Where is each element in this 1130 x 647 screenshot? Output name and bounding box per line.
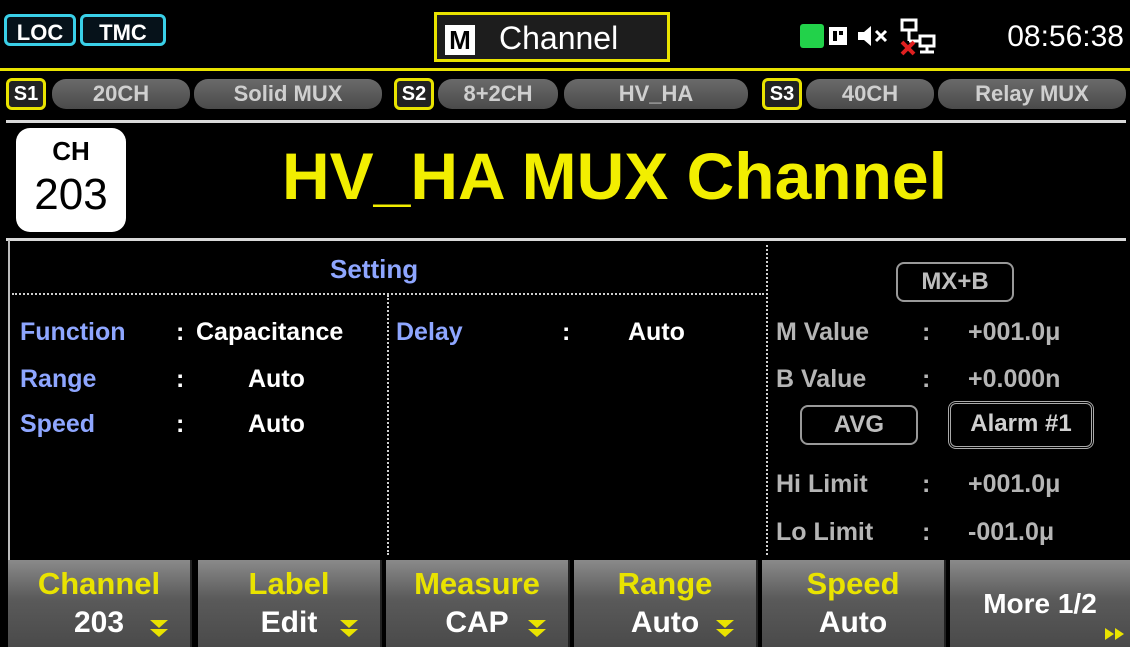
delay-sep: : — [562, 318, 571, 346]
softkey-measure-title: Measure — [414, 566, 540, 601]
hi-limit-sep: : — [922, 470, 931, 498]
function-sep: : — [176, 318, 185, 346]
b-value-label: B Value — [776, 365, 867, 393]
m-value-value: +001.0μ — [968, 318, 1061, 346]
mode-letter: M — [445, 25, 475, 55]
lo-limit-value: -001.0μ — [968, 518, 1055, 546]
range-label: Range — [20, 365, 97, 393]
mode-indicator: M Channel — [434, 12, 670, 62]
softkey-speed-value: Auto — [818, 606, 888, 639]
clock: 08:56:38 — [1007, 20, 1124, 53]
channel-badge-label: CH — [52, 136, 90, 166]
chevron-down-icon — [716, 620, 734, 637]
mute-icon — [856, 22, 890, 50]
delay-label: Delay — [396, 318, 463, 346]
softkey-channel[interactable]: Channel 203 — [8, 560, 192, 647]
display-icon — [826, 24, 850, 48]
delay-value: Auto — [628, 318, 685, 346]
double-chevron-right-icon — [1105, 628, 1124, 640]
right-panel-divider — [766, 245, 768, 555]
m-value-sep: : — [922, 318, 931, 346]
softkey-label-title: Label — [248, 566, 330, 601]
slot-s2-channels[interactable]: 8+2CH — [438, 79, 558, 109]
softkey-channel-title: Channel — [37, 566, 161, 601]
slot-id-s2[interactable]: S2 — [394, 78, 434, 110]
network-disconnected-icon — [898, 16, 938, 56]
softkey-range-title: Range — [617, 566, 713, 601]
slot-id-s3[interactable]: S3 — [762, 78, 802, 110]
channel-badge: CH 203 — [16, 128, 126, 232]
function-value: Capacitance — [196, 318, 344, 346]
softkey-more-label: More 1/2 — [983, 588, 1097, 619]
hi-limit-value: +001.0μ — [968, 470, 1061, 498]
slot-s3-channels[interactable]: 40CH — [806, 79, 934, 109]
status-bar: LOC TMC M Channel 08:56:38 — [0, 0, 1130, 68]
m-value-label: M Value — [776, 318, 870, 346]
b-value-value: +0.000n — [968, 365, 1061, 393]
softkey-speed[interactable]: Speed Auto — [762, 560, 946, 647]
avg-button[interactable]: AVG — [800, 405, 918, 445]
mode-label: Channel — [499, 20, 619, 56]
channel-badge-number: 203 — [34, 170, 108, 219]
header-top-border — [6, 120, 1126, 123]
setting-col-divider — [387, 295, 389, 555]
slot-s2-type[interactable]: HV_HA — [564, 79, 748, 109]
slot-id-s1[interactable]: S1 — [6, 78, 46, 110]
hi-limit-label: Hi Limit — [776, 470, 868, 498]
channel-title: HV_HA MUX Channel — [282, 139, 947, 213]
slot-s1-type[interactable]: Solid MUX — [194, 79, 382, 109]
lo-limit-sep: : — [922, 518, 931, 546]
mxb-button[interactable]: MX+B — [896, 262, 1014, 302]
softkey-label[interactable]: Label Edit — [198, 560, 382, 647]
softkey-measure[interactable]: Measure CAP — [386, 560, 570, 647]
lo-limit-label: Lo Limit — [776, 518, 874, 546]
speed-label: Speed — [20, 410, 96, 438]
setting-header: Setting — [330, 254, 419, 284]
function-label: Function — [20, 318, 126, 346]
chevron-down-icon — [150, 620, 168, 637]
alarm-button[interactable]: Alarm #1 — [948, 401, 1094, 449]
range-sep: : — [176, 365, 185, 393]
speed-sep: : — [176, 410, 185, 438]
status-led-icon — [800, 24, 824, 48]
slot-s3-type[interactable]: Relay MUX — [938, 79, 1126, 109]
softkey-range[interactable]: Range Auto — [574, 560, 758, 647]
chevron-down-icon — [528, 620, 546, 637]
settings-left-border — [8, 240, 10, 560]
loc-indicator: LOC — [4, 14, 76, 46]
b-value-sep: : — [922, 365, 931, 393]
chevron-down-icon — [340, 620, 358, 637]
tmc-indicator: TMC — [80, 14, 166, 46]
softkey-more[interactable]: More 1/2 — [950, 560, 1130, 647]
speed-value: Auto — [248, 410, 305, 438]
range-value: Auto — [248, 365, 305, 393]
slot-s1-channels[interactable]: 20CH — [52, 79, 190, 109]
softkey-speed-title: Speed — [806, 566, 900, 601]
